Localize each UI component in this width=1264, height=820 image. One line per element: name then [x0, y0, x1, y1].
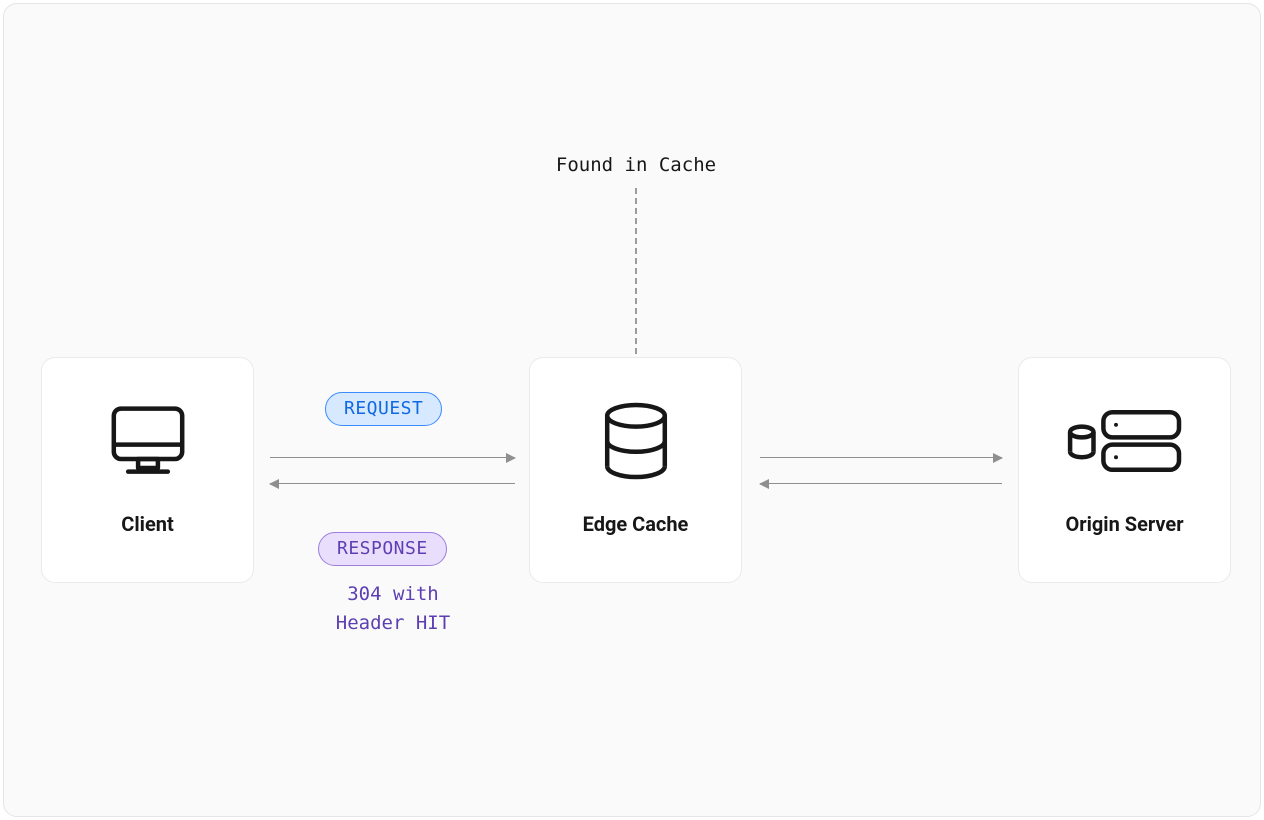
cache-callout-connector: [635, 188, 637, 354]
edge-origin-arrows: [760, 453, 1002, 489]
arrow-origin-to-edge: [760, 483, 1002, 484]
origin-server-node-label: Origin Server: [1065, 512, 1183, 536]
diagram-canvas: Found in Cache Client Edge Cache: [3, 3, 1261, 817]
arrow-edge-to-origin: [760, 457, 1002, 458]
cache-callout-label: Found in Cache: [484, 154, 788, 176]
request-pill: REQUEST: [325, 392, 442, 426]
edge-cache-node: Edge Cache: [529, 357, 742, 583]
client-node: Client: [41, 357, 254, 583]
client-monitor-icon: [103, 396, 193, 486]
arrow-client-to-edge: [270, 457, 515, 458]
origin-server-icon: [1060, 396, 1190, 486]
edge-cache-node-label: Edge Cache: [583, 512, 689, 536]
response-detail-text: 304 with Header HIT: [281, 580, 505, 639]
response-pill: RESPONSE: [318, 532, 447, 566]
client-edge-arrows: [270, 453, 515, 489]
client-node-label: Client: [121, 512, 173, 536]
edge-cache-database-icon: [591, 396, 681, 486]
arrow-edge-to-client: [270, 483, 515, 484]
origin-server-node: Origin Server: [1018, 357, 1231, 583]
